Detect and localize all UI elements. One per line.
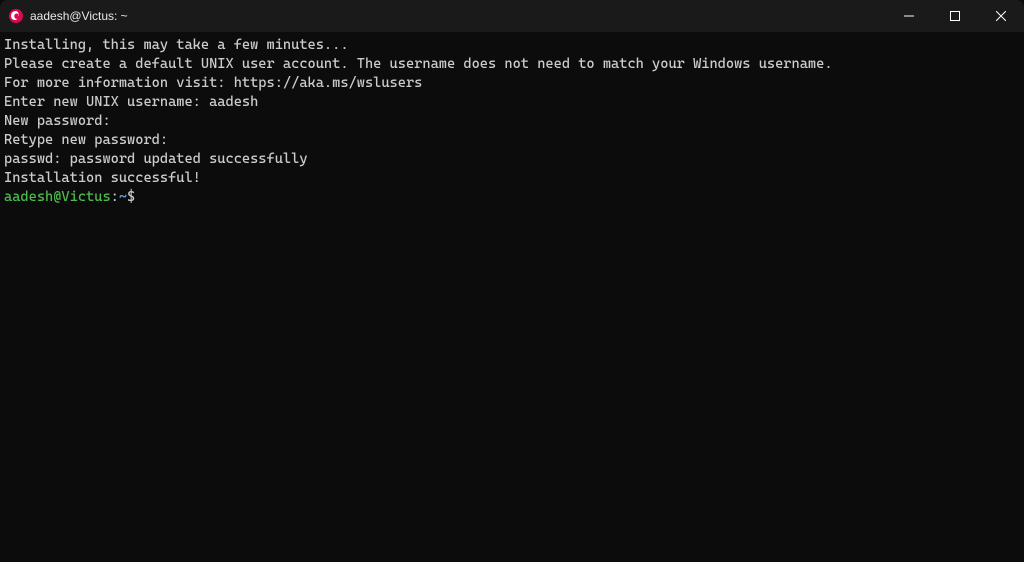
titlebar: aadesh@Victus: ~ [0,0,1024,32]
prompt-line: aadesh@Victus:~$ [4,188,1020,207]
prompt-dollar: $ [127,188,135,207]
prompt-colon: : [111,188,119,207]
minimize-icon [904,11,914,21]
prompt-user-host: aadesh@Victus [4,188,111,207]
terminal-line: Enter new UNIX username: aadesh [4,93,1020,112]
terminal-output[interactable]: Installing, this may take a few minutes.… [0,32,1024,211]
titlebar-left: aadesh@Victus: ~ [8,8,128,24]
terminal-line: Installation successful! [4,169,1020,188]
close-icon [996,11,1006,21]
debian-swirl-icon [8,8,24,24]
minimize-button[interactable] [886,0,932,32]
terminal-line: For more information visit: https://aka.… [4,74,1020,93]
terminal-line: passwd: password updated successfully [4,150,1020,169]
terminal-line: Please create a default UNIX user accoun… [4,55,1020,74]
terminal-line: Installing, this may take a few minutes.… [4,36,1020,55]
maximize-icon [950,11,960,21]
window-title: aadesh@Victus: ~ [30,9,128,23]
window-controls [886,0,1024,32]
terminal-line: New password: [4,112,1020,131]
close-button[interactable] [978,0,1024,32]
terminal-line: Retype new password: [4,131,1020,150]
prompt-path: ~ [119,188,127,207]
maximize-button[interactable] [932,0,978,32]
